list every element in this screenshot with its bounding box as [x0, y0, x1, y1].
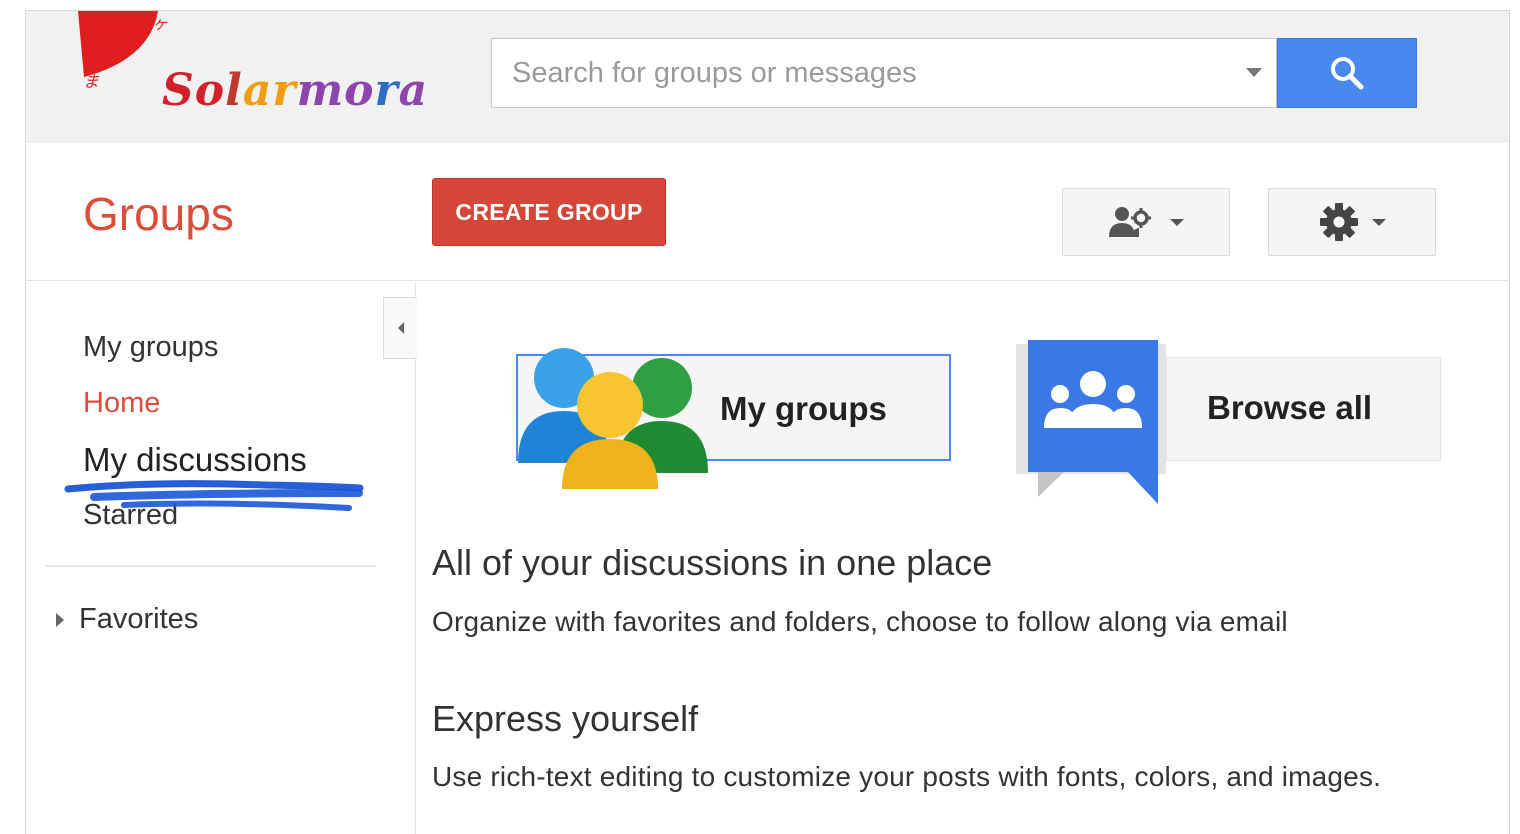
group-people-icon — [518, 348, 708, 489]
sidebar-item-my-groups[interactable]: My groups — [83, 331, 218, 364]
favorites-label: Favorites — [79, 603, 199, 635]
chevron-left-icon — [397, 322, 404, 334]
solarmora-logo[interactable]: ヶ ま Solarmora — [78, 11, 427, 139]
sidebar-item-my-discussions[interactable]: My discussions — [83, 441, 307, 479]
page-title: Groups — [83, 188, 234, 240]
sidebar-item-favorites[interactable]: Favorites — [56, 603, 198, 636]
highlight-scribble — [64, 480, 364, 511]
top-bar: ヶ ま Solarmora — [26, 11, 1509, 143]
chevron-down-icon — [1372, 218, 1386, 226]
sidebar — [26, 282, 416, 834]
browse-all-card-label[interactable]: Browse all — [1207, 389, 1372, 427]
search-icon — [1331, 57, 1364, 90]
collapse-sidebar-button[interactable] — [383, 297, 417, 359]
toolbar: Groups CREATE GROUP — [26, 143, 1509, 281]
chevron-down-icon — [1170, 218, 1184, 226]
app-window: ヶ ま Solarmora Groups CREATE GROUP — [25, 10, 1510, 834]
search-input[interactable] — [492, 39, 1232, 107]
search-box — [491, 38, 1277, 108]
my-groups-card-label: My groups — [720, 390, 887, 427]
chevron-down-icon[interactable] — [1246, 68, 1262, 77]
sidebar-item-home[interactable]: Home — [83, 387, 160, 420]
feature-title: All of your discussions in one place — [432, 542, 993, 583]
gear-icon — [1320, 203, 1358, 241]
logo-sun-icon: ヶ ま — [78, 11, 168, 91]
search-button[interactable] — [1277, 38, 1417, 108]
svg-text:ヶ: ヶ — [152, 14, 168, 33]
settings-button[interactable] — [1268, 188, 1436, 256]
feature-title: Express yourself — [432, 698, 699, 739]
people-settings-icon — [1109, 207, 1151, 237]
people-settings-button[interactable] — [1062, 188, 1230, 256]
browse-groups-icon — [1016, 340, 1166, 504]
svg-text:ま: ま — [83, 72, 100, 91]
logo-wordmark: Solarmora — [162, 65, 429, 116]
expand-arrow-icon — [56, 612, 64, 627]
sidebar-divider — [46, 565, 376, 567]
feature-description: Organize with favorites and folders, cho… — [432, 606, 1288, 637]
create-group-button[interactable]: CREATE GROUP — [432, 178, 666, 246]
feature-description: Use rich-text editing to customize your … — [432, 761, 1382, 792]
